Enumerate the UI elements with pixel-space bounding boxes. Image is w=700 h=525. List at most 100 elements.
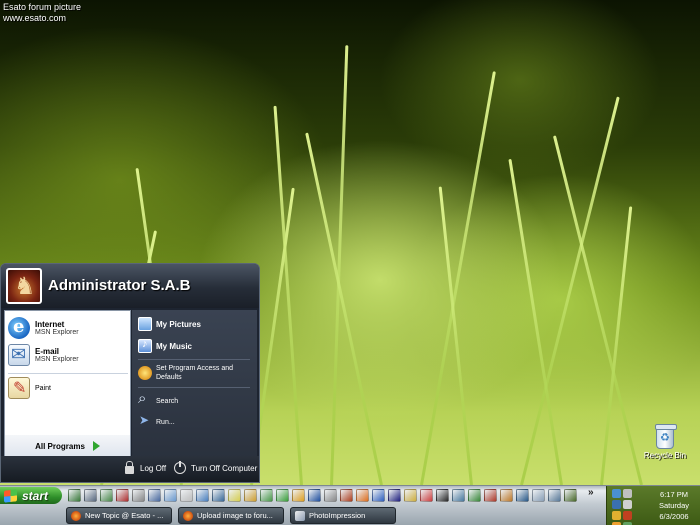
tray-app-icon[interactable] — [612, 489, 621, 498]
quick-launch-app-icon[interactable] — [404, 489, 417, 502]
quick-launch-app-icon[interactable] — [500, 489, 513, 502]
task-button-upload-image[interactable]: Upload image to foru... — [178, 507, 284, 524]
quick-launch-app-icon[interactable] — [180, 489, 193, 502]
menu-item-label: Set Program Access and — [156, 365, 234, 372]
quick-launch-app-icon[interactable] — [84, 489, 97, 502]
menu-item-label: Defaults — [156, 374, 182, 381]
run-icon — [138, 413, 152, 429]
menu-divider — [138, 359, 250, 360]
set-program-access-icon — [138, 366, 152, 380]
task-label: Upload image to foru... — [197, 511, 273, 520]
taskbar: start » New Topic @ Esato - ... Upload i… — [0, 485, 700, 525]
quick-launch-toolbar — [68, 489, 577, 503]
recycle-bin-icon[interactable] — [655, 424, 677, 449]
start-menu-body: Internet MSN Explorer E-mail MSN Explore… — [4, 310, 257, 458]
quick-launch-app-icon[interactable] — [100, 489, 113, 502]
grass-blade — [508, 158, 563, 485]
log-off-label: Log Off — [140, 463, 167, 473]
watermark: Esato forum picture www.esato.com — [3, 2, 81, 24]
internet-explorer-icon — [8, 316, 30, 339]
firefox-icon — [183, 510, 193, 521]
start-menu: Administrator S.A.B Internet MSN Explore… — [0, 263, 260, 483]
turn-off-label: Turn Off Computer — [191, 463, 258, 473]
quick-launch-app-icon[interactable] — [420, 489, 433, 502]
quick-launch-app-icon[interactable] — [452, 489, 465, 502]
pinned-programs-panel: Internet MSN Explorer E-mail MSN Explore… — [4, 310, 131, 458]
log-off-button[interactable]: Log Off — [125, 461, 167, 474]
tray-app-icon[interactable] — [612, 500, 621, 509]
quick-launch-app-icon[interactable] — [308, 489, 321, 502]
quick-launch-app-icon[interactable] — [436, 489, 449, 502]
menu-item-run[interactable]: Run... — [138, 413, 175, 429]
quick-launch-app-icon[interactable] — [164, 489, 177, 502]
quick-launch-app-icon[interactable] — [388, 489, 401, 502]
menu-item-paint[interactable]: Paint — [8, 377, 51, 399]
quick-launch-app-icon[interactable] — [548, 489, 561, 502]
grass-blade — [305, 132, 383, 485]
tray-app-icon[interactable] — [623, 489, 632, 498]
menu-item-label: My Pictures — [156, 319, 201, 329]
all-programs-label: All Programs — [35, 441, 85, 451]
quick-launch-app-icon[interactable] — [484, 489, 497, 502]
quick-launch-app-icon[interactable] — [564, 489, 577, 502]
arrow-right-icon — [92, 441, 100, 451]
windows-logo-icon — [4, 488, 17, 503]
quick-launch-app-icon[interactable] — [228, 489, 241, 502]
places-panel: My Pictures My Music Set Program Access … — [132, 310, 257, 458]
quick-launch-app-icon[interactable] — [196, 489, 209, 502]
quick-launch-app-icon[interactable] — [356, 489, 369, 502]
recycle-bin[interactable]: Recycle Bin — [642, 424, 688, 460]
menu-item-label: Search — [156, 397, 179, 405]
quick-launch-app-icon[interactable] — [340, 489, 353, 502]
user-avatar[interactable] — [6, 268, 42, 304]
task-label: New Topic @ Esato - ... — [85, 511, 164, 520]
quick-launch-overflow-chevron[interactable]: » — [588, 487, 594, 498]
task-button-photoimpression[interactable]: PhotoImpression — [290, 507, 396, 524]
clock-day: Saturday — [658, 501, 690, 510]
clock[interactable]: 6:17 PM Saturday 6/3/2006 — [647, 489, 700, 522]
clock-date: 6/3/2006 — [659, 512, 689, 521]
task-button-new-topic[interactable]: New Topic @ Esato - ... — [66, 507, 172, 524]
menu-item-internet[interactable]: Internet MSN Explorer — [8, 316, 79, 339]
start-button[interactable]: start — [0, 487, 62, 504]
all-programs-button[interactable]: All Programs — [5, 435, 130, 457]
menu-item-email[interactable]: E-mail MSN Explorer — [8, 344, 79, 366]
quick-launch-app-icon[interactable] — [132, 489, 145, 502]
task-label: PhotoImpression — [309, 511, 366, 520]
photoimpression-icon — [295, 510, 305, 521]
quick-launch-app-icon[interactable] — [468, 489, 481, 502]
quick-launch-app-icon[interactable] — [372, 489, 385, 502]
task-buttons: New Topic @ Esato - ... Upload image to … — [66, 507, 396, 524]
quick-launch-app-icon[interactable] — [324, 489, 337, 502]
tray-app-icon[interactable] — [612, 511, 621, 520]
tray-app-icon[interactable] — [623, 500, 632, 509]
turn-off-computer-button[interactable]: Turn Off Computer — [174, 461, 258, 474]
quick-launch-app-icon[interactable] — [292, 489, 305, 502]
quick-launch-app-icon[interactable] — [244, 489, 257, 502]
menu-item-subtitle: MSN Explorer — [35, 329, 79, 336]
quick-launch-app-icon[interactable] — [148, 489, 161, 502]
quick-launch-app-icon[interactable] — [212, 489, 225, 502]
menu-divider — [8, 373, 128, 374]
menu-divider — [138, 387, 250, 388]
firefox-icon — [71, 510, 81, 521]
tray-app-icon[interactable] — [623, 511, 632, 520]
grass-blade — [520, 96, 620, 485]
watermark-line2: www.esato.com — [3, 13, 67, 23]
quick-launch-app-icon[interactable] — [532, 489, 545, 502]
menu-item-label: My Music — [156, 341, 193, 351]
menu-item-my-music[interactable]: My Music — [138, 338, 193, 353]
paint-icon — [8, 377, 30, 399]
menu-item-title: Internet — [35, 320, 65, 329]
search-icon — [138, 390, 152, 408]
menu-item-set-program-access[interactable]: Set Program Access and Defaults — [138, 364, 233, 382]
grass-blade — [420, 71, 496, 485]
quick-launch-app-icon[interactable] — [516, 489, 529, 502]
quick-launch-app-icon[interactable] — [116, 489, 129, 502]
quick-launch-app-icon[interactable] — [276, 489, 289, 502]
quick-launch-app-icon[interactable] — [68, 489, 81, 502]
system-tray: 6:17 PM Saturday 6/3/2006 — [606, 486, 700, 525]
quick-launch-app-icon[interactable] — [260, 489, 273, 502]
menu-item-search[interactable]: Search — [138, 390, 179, 408]
menu-item-my-pictures[interactable]: My Pictures — [138, 317, 201, 331]
